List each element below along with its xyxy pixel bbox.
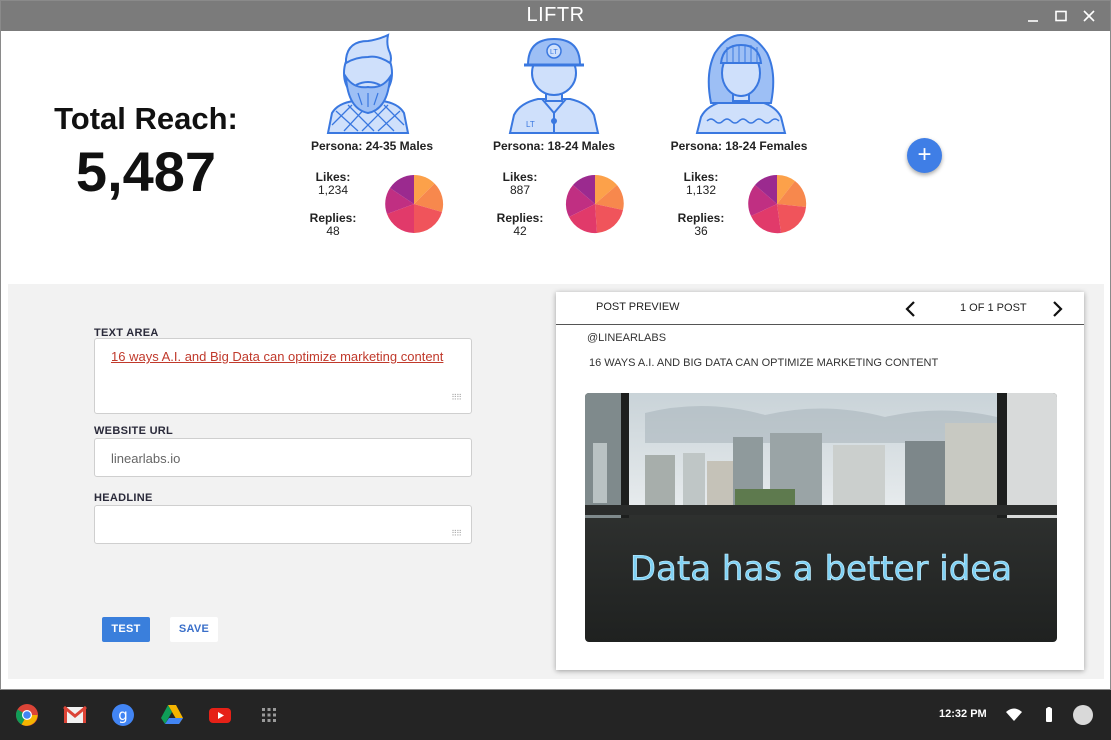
post-count: 1 OF 1 POST bbox=[960, 302, 1027, 314]
likes-value: 887 bbox=[509, 183, 531, 197]
likes-value: 1,132 bbox=[685, 183, 717, 197]
gmail-icon[interactable] bbox=[63, 703, 87, 727]
svg-text:g: g bbox=[118, 706, 128, 724]
close-icon[interactable] bbox=[1079, 6, 1099, 26]
cap-male-avatar-icon: LT LT bbox=[508, 37, 600, 134]
replies-stat: Replies: 48 bbox=[303, 212, 363, 238]
chevron-left-icon[interactable] bbox=[903, 300, 919, 318]
system-clock[interactable]: 12:32 PM bbox=[939, 708, 987, 720]
total-reach-label: Total Reach: bbox=[54, 101, 238, 136]
headline-field[interactable]: ⠿⠿ bbox=[94, 505, 472, 544]
replies-value: 48 bbox=[326, 224, 340, 238]
engagement-pie-chart bbox=[565, 174, 624, 234]
resize-grip-icon[interactable]: ⠿⠿ bbox=[451, 529, 462, 538]
test-button[interactable]: TEST bbox=[102, 617, 150, 642]
website-url-label: WEBSITE URL bbox=[94, 425, 174, 437]
title-bar: LIFTR bbox=[1, 1, 1110, 31]
resize-grip-icon[interactable]: ⠿⠿ bbox=[451, 387, 462, 408]
replies-value: 36 bbox=[694, 224, 708, 238]
website-url-field[interactable]: linearlabs.io bbox=[94, 438, 472, 477]
post-image: Data has a better idea bbox=[585, 393, 1057, 642]
text-area-value: 16 ways A.I. and Big Data can optimize m… bbox=[111, 349, 444, 364]
google-search-icon[interactable]: g bbox=[111, 703, 135, 727]
replies-stat: Replies: 42 bbox=[490, 212, 550, 238]
chevron-right-icon[interactable] bbox=[1049, 300, 1065, 318]
hipster-male-avatar-icon bbox=[326, 33, 410, 134]
replies-stat: Replies: 36 bbox=[671, 212, 731, 238]
battery-icon[interactable] bbox=[1039, 705, 1059, 725]
add-persona-button[interactable]: + bbox=[907, 138, 942, 173]
total-reach-value: 5,487 bbox=[75, 140, 217, 203]
headline-label: HEADLINE bbox=[94, 492, 153, 504]
youtube-icon[interactable] bbox=[208, 703, 232, 727]
window-title: LIFTR bbox=[526, 4, 585, 26]
app-window: LIFTR Total Reach: 5,487 Persona: 24-35 … bbox=[0, 0, 1111, 690]
os-shelf: g 12:32 PM bbox=[0, 690, 1111, 740]
maximize-icon[interactable] bbox=[1051, 6, 1071, 26]
persona-name: Persona: 18-24 Males bbox=[492, 139, 616, 153]
chrome-icon[interactable] bbox=[15, 703, 39, 727]
likes-value: 1,234 bbox=[317, 183, 349, 197]
svg-text:LT: LT bbox=[526, 120, 535, 129]
post-preview-card: POST PREVIEW 1 OF 1 POST @LINEARLABS 16 … bbox=[556, 292, 1084, 670]
replies-value: 42 bbox=[513, 224, 527, 238]
likes-stat: Likes: 1,234 bbox=[303, 171, 363, 197]
wifi-icon[interactable] bbox=[1004, 705, 1024, 725]
drive-icon[interactable] bbox=[160, 703, 184, 727]
post-preview-title: POST PREVIEW bbox=[596, 301, 680, 313]
female-avatar-icon bbox=[695, 33, 787, 134]
likes-stat: Likes: 1,132 bbox=[671, 171, 731, 197]
post-headline: 16 WAYS A.I. AND BIG DATA CAN OPTIMIZE M… bbox=[589, 357, 939, 369]
svg-text:LT: LT bbox=[550, 49, 558, 56]
text-area-field[interactable]: 16 ways A.I. and Big Data can optimize m… bbox=[94, 338, 472, 414]
persona-name: Persona: 24-35 Males bbox=[310, 139, 434, 153]
engagement-pie-chart bbox=[385, 175, 444, 234]
save-button[interactable]: SAVE bbox=[170, 617, 218, 642]
neon-sign-text: Data has a better idea bbox=[630, 549, 1012, 589]
user-avatar-icon[interactable] bbox=[1072, 704, 1094, 726]
post-handle: @LINEARLABS bbox=[587, 332, 667, 344]
engagement-pie-chart bbox=[748, 174, 807, 234]
post-preview-header: POST PREVIEW 1 OF 1 POST bbox=[556, 292, 1084, 325]
app-launcher-icon[interactable] bbox=[257, 703, 281, 727]
persona-name: Persona: 18-24 Females bbox=[670, 139, 808, 153]
total-reach: Total Reach: 5,487 bbox=[41, 101, 251, 204]
minimize-icon[interactable] bbox=[1023, 6, 1043, 26]
likes-stat: Likes: 887 bbox=[490, 171, 550, 197]
